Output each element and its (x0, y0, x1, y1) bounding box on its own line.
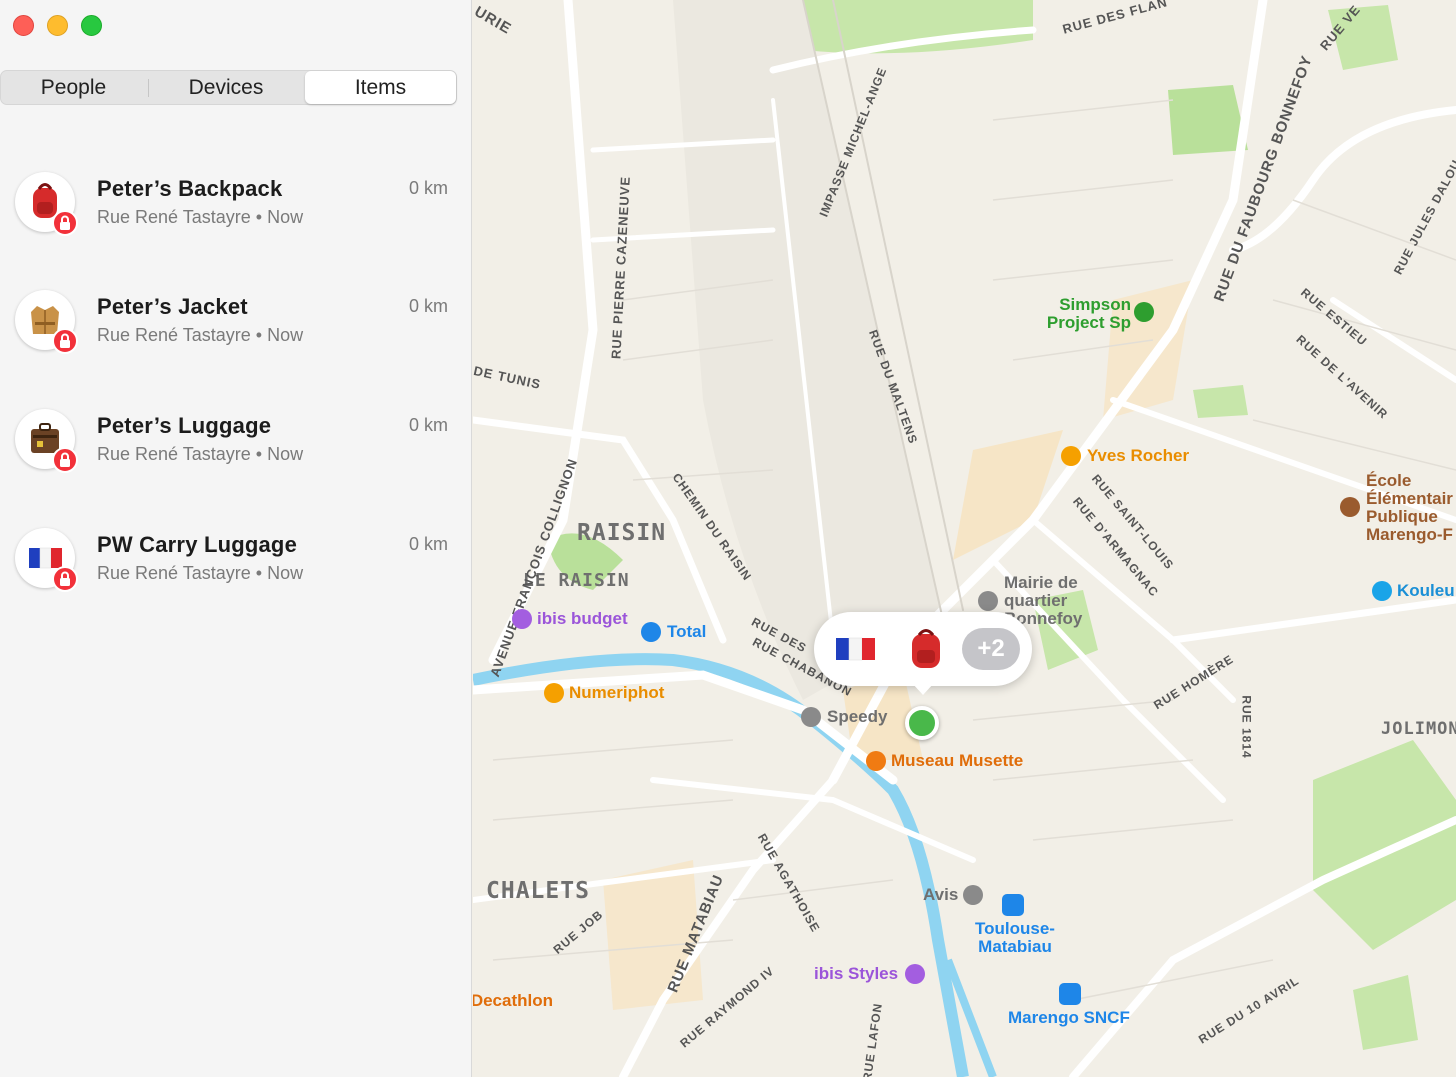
item-time: Now (267, 207, 304, 227)
poi-yves-rocher[interactable]: Yves Rocher (1087, 446, 1189, 466)
shopping-icon (1061, 446, 1081, 466)
lock-icon (52, 328, 78, 354)
item-location-text: Rue René Tastayre (97, 563, 251, 583)
street-label: RUE 1814 (1239, 695, 1254, 759)
backpack-icon[interactable] (906, 626, 946, 670)
tab-devices[interactable]: Devices (151, 71, 301, 104)
fuel-icon (641, 622, 661, 642)
item-time: Now (267, 444, 304, 464)
item-distance: 0 km (408, 415, 448, 435)
poi-label: Simpson Project Sp (1046, 295, 1131, 332)
item-distance: 0 km (408, 296, 448, 316)
item-row-backpack[interactable]: Peter’s Backpack Rue René Tastayre • Now… (0, 172, 472, 272)
item-distance: 0 km (408, 534, 448, 554)
item-location: Rue René Tastayre • Now (97, 325, 303, 346)
poi-decathlon[interactable]: Decathlon (473, 991, 553, 1011)
tab-items[interactable]: Items (305, 71, 456, 104)
item-location-text: Rue René Tastayre (97, 444, 251, 464)
poi-kouleu[interactable]: Kouleu (1397, 581, 1455, 601)
separator-dot: • (255, 563, 263, 583)
segment-divider (148, 79, 149, 97)
item-location-text: Rue René Tastayre (97, 325, 251, 345)
poi-numeriphot[interactable]: Numeriphot (569, 683, 664, 703)
poi-ibis-styles[interactable]: ibis Styles (814, 964, 898, 984)
separator-dot: • (255, 444, 263, 464)
item-name: Peter’s Backpack (97, 176, 283, 201)
location-pin[interactable] (905, 706, 939, 740)
item-row-jacket[interactable]: Peter’s Jacket Rue René Tastayre • Now 0… (0, 290, 472, 390)
poi-avis[interactable]: Avis (923, 885, 958, 905)
item-distance: 0 km (408, 178, 448, 198)
item-time: Now (267, 325, 304, 345)
lock-icon (52, 210, 78, 236)
more-items-badge[interactable]: +2 (962, 628, 1020, 670)
car-rental-icon (963, 885, 983, 905)
item-location: Rue René Tastayre • Now (97, 207, 303, 228)
tab-people[interactable]: People (1, 71, 146, 104)
item-location: Rue René Tastayre • Now (97, 563, 303, 584)
french-flag-icon[interactable] (836, 634, 876, 664)
car-service-icon (801, 707, 821, 727)
poi-total[interactable]: Total (667, 622, 706, 642)
minimize-window-button[interactable] (47, 15, 68, 36)
item-name: Peter’s Jacket (97, 294, 248, 319)
district-label: JOLIMONT (1381, 719, 1456, 739)
segmented-control: People Devices Items (0, 70, 457, 105)
separator-dot: • (255, 325, 263, 345)
gym-icon (1372, 581, 1392, 601)
shopping-icon (544, 683, 564, 703)
item-name: PW Carry Luggage (97, 532, 298, 557)
lock-icon (52, 566, 78, 592)
item-row-luggage[interactable]: Peter’s Luggage Rue René Tastayre • Now … (0, 409, 472, 509)
callout-pointer (912, 683, 934, 695)
poi-ecole-elementaire[interactable]: École Élémentair Publique Marengo-F (1366, 472, 1456, 544)
bed-icon (905, 964, 925, 984)
park-area (1193, 385, 1248, 418)
poi-ibis-budget[interactable]: ibis budget (537, 609, 628, 629)
walking-icon (1134, 302, 1154, 322)
lock-icon (52, 447, 78, 473)
poi-museau-musette[interactable]: Museau Musette (891, 751, 1023, 771)
poi-marengo-sncf[interactable]: Marengo SNCF (1008, 1008, 1130, 1028)
poi-simpson-project[interactable]: Simpson Project Sp (1041, 296, 1131, 332)
subway-icon (1059, 983, 1081, 1005)
sidebar: People Devices Items Peter’s Backpack Ru… (0, 0, 472, 1077)
school-icon (1340, 497, 1360, 517)
item-name: Peter’s Luggage (97, 413, 272, 438)
item-row-pw-carry-luggage[interactable]: PW Carry Luggage Rue René Tastayre • Now… (0, 528, 472, 628)
train-icon (1002, 894, 1024, 916)
bed-icon (512, 609, 532, 629)
town-hall-icon (978, 591, 998, 611)
district-label: CHALETS (486, 878, 590, 904)
district-label: RAISIN (577, 520, 667, 546)
poi-toulouse-matabiau[interactable]: Toulouse-Matabiau (970, 920, 1060, 956)
item-location-text: Rue René Tastayre (97, 207, 251, 227)
restaurant-icon (866, 751, 886, 771)
separator-dot: • (255, 207, 263, 227)
map-view[interactable]: RAISIN LE RAISIN CHALETS JOLIMONT URIE R… (473, 0, 1456, 1077)
close-window-button[interactable] (13, 15, 34, 36)
items-callout[interactable]: +2 (814, 612, 1032, 686)
item-location: Rue René Tastayre • Now (97, 444, 303, 465)
poi-speedy[interactable]: Speedy (827, 707, 887, 727)
zoom-window-button[interactable] (81, 15, 102, 36)
item-time: Now (267, 563, 304, 583)
